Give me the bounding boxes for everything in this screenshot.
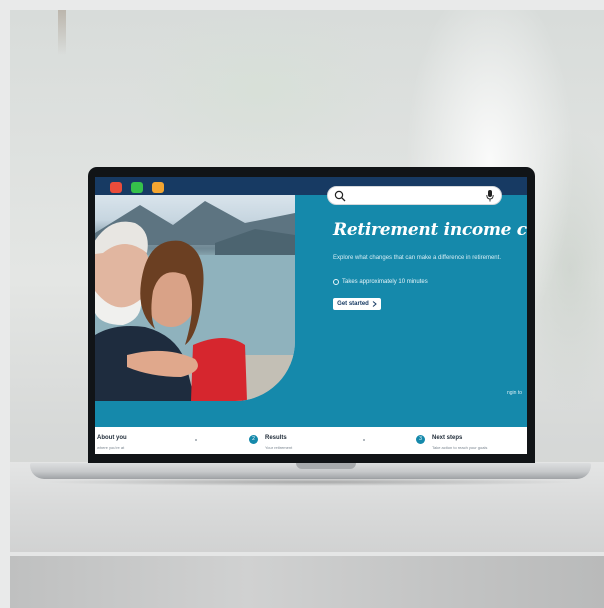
search-icon[interactable] [334, 190, 346, 202]
laptop-shadow [40, 478, 580, 486]
page-title: Retirement income calculat [333, 220, 527, 240]
step-divider [195, 439, 197, 441]
clock-icon [333, 279, 339, 285]
search-input[interactable] [350, 189, 480, 203]
get-started-label: Get started [337, 301, 369, 307]
window-close-button[interactable] [110, 182, 122, 193]
background-decor [58, 10, 66, 55]
chevron-right-icon [372, 301, 377, 307]
step-divider [363, 439, 365, 441]
window-maximize-button[interactable] [152, 182, 164, 193]
hero-banner: Retirement income calculat Explore what … [95, 195, 527, 427]
step-title: About you [97, 435, 127, 441]
step-number: 2 [249, 435, 258, 444]
step-title: Next steps [432, 435, 463, 441]
progress-steps: About you where you're at 2 Results Your… [95, 427, 527, 454]
side-tab[interactable]: ngin to [507, 390, 522, 396]
couple-photo [95, 201, 295, 401]
step-subtitle: Your retirement [265, 445, 293, 450]
search-bar[interactable] [327, 186, 502, 205]
microphone-icon[interactable] [486, 190, 494, 202]
time-estimate: Takes approximately 10 minutes [333, 279, 428, 285]
step-subtitle: Take action to reach your goals [432, 445, 488, 450]
get-started-button[interactable]: Get started [333, 298, 381, 310]
laptop-notch [296, 463, 356, 469]
step-number: 3 [416, 435, 425, 444]
window-minimize-button[interactable] [131, 182, 143, 193]
time-estimate-text: Takes approximately 10 minutes [342, 279, 428, 285]
hero-description: Explore what changes that can make a dif… [333, 255, 501, 261]
laptop-screen: Retirement income calculat Explore what … [95, 177, 527, 454]
hero-photo [95, 195, 295, 401]
step-title: Results [265, 435, 287, 441]
step-subtitle: where you're at [97, 445, 125, 450]
